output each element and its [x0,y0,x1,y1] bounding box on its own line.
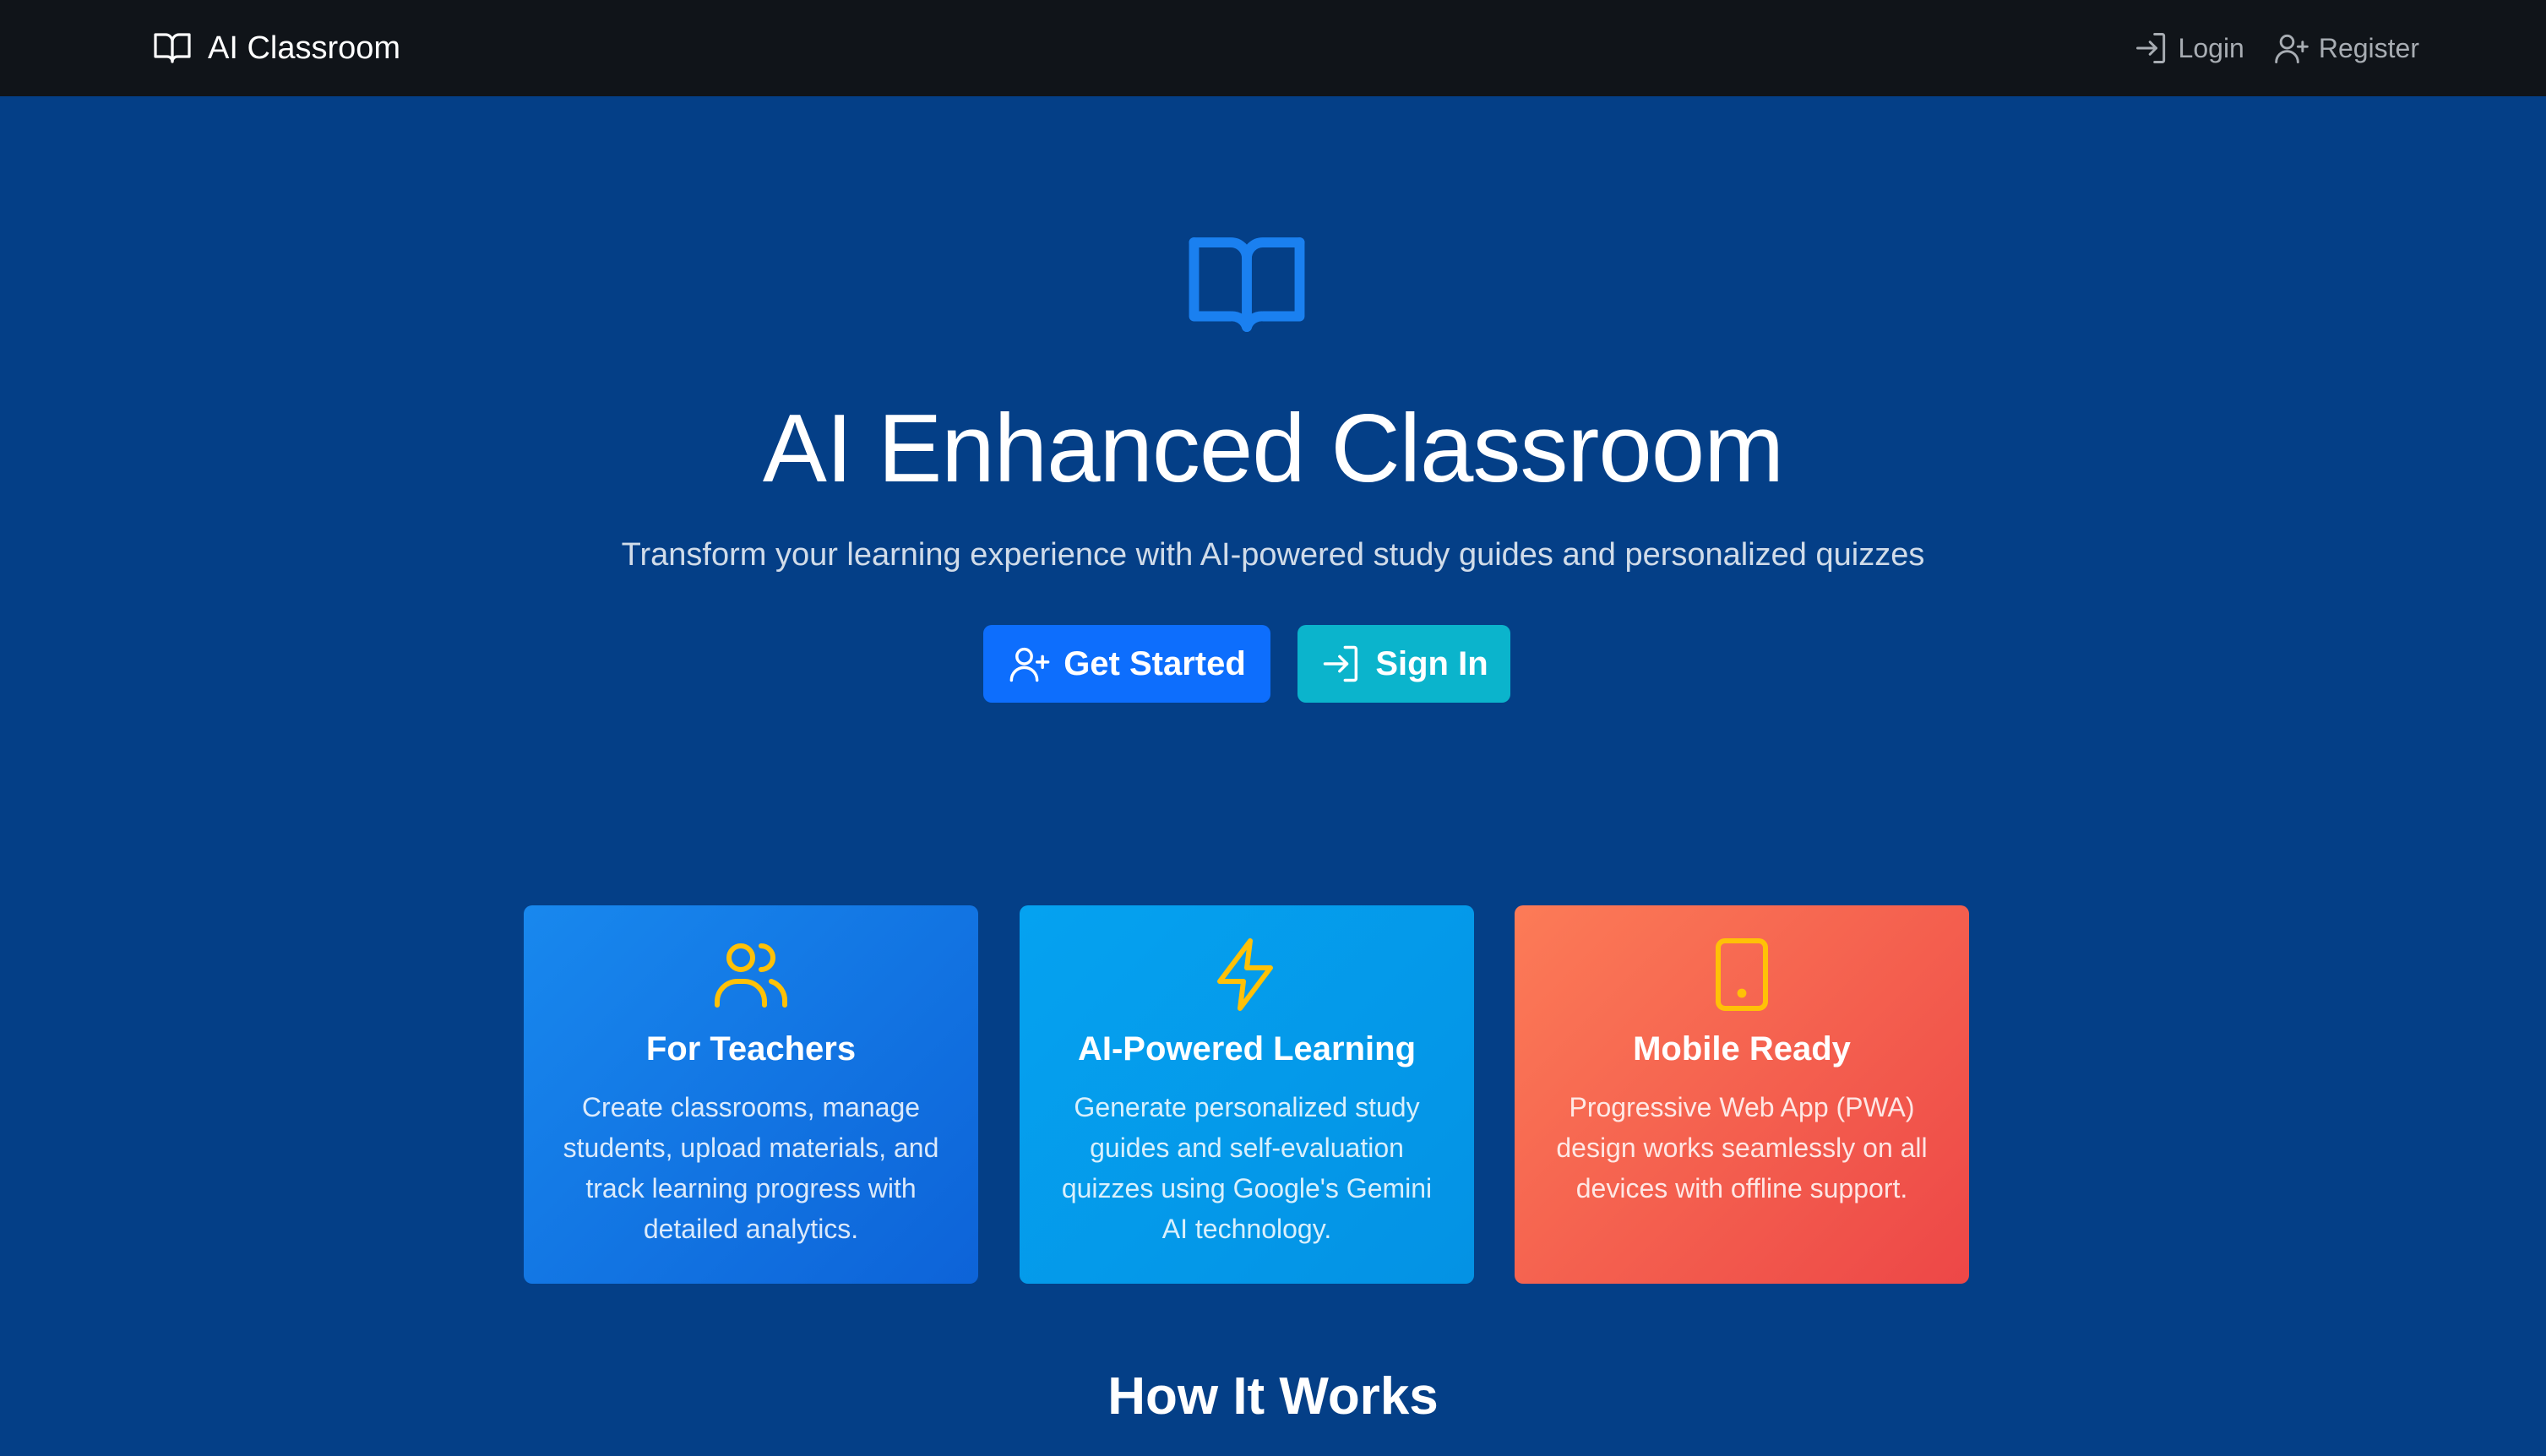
get-started-label: Get Started [1064,644,1246,682]
get-started-button[interactable]: Get Started [983,625,1270,703]
register-label: Register [2318,32,2419,63]
feature-title: For Teachers [645,1030,857,1068]
feature-card-teachers: For Teachers Create classrooms, manage s… [524,905,978,1284]
how-it-works-heading: How It Works [1107,1367,1439,1426]
feature-description: Generate personalized study guides and s… [1061,1092,1433,1244]
hero-section: AI Enhanced Classroom Transform your lea… [0,96,2546,1456]
lightning-icon [1217,938,1273,1011]
hero-subtitle: Transform your learning experience with … [621,537,1925,573]
sign-in-button[interactable]: Sign In [1297,625,1510,703]
top-navbar: AI Classroom Login Register [0,0,2546,96]
book-icon [154,33,191,63]
person-plus-icon [1009,647,1050,682]
sign-in-icon [1324,645,1358,682]
person-plus-icon [2275,34,2309,63]
login-link[interactable]: Login [2133,30,2244,67]
sign-in-icon [2135,33,2165,63]
sign-in-label: Sign In [1375,644,1488,682]
login-label: Login [2178,32,2244,63]
feature-description: Progressive Web App (PWA) design works s… [1556,1092,1928,1203]
tablet-icon [1716,938,1768,1011]
feature-description: Create classrooms, manage students, uplo… [563,1092,939,1244]
nav-links: Login Register [2133,30,2419,67]
brand-link[interactable]: AI Classroom [152,28,400,68]
feature-title: AI-Powered Learning [1077,1030,1417,1068]
register-link[interactable]: Register [2273,30,2419,67]
feature-card-mobile: Mobile Ready Progressive Web App (PWA) d… [1515,905,1969,1284]
feature-card-ai-learning: AI-Powered Learning Generate personalize… [1020,905,1474,1284]
feature-title: Mobile Ready [1633,1030,1851,1068]
open-book-icon [1189,237,1305,332]
hero-title: AI Enhanced Classroom [762,395,1784,503]
people-icon [715,943,788,1008]
brand-name: AI Classroom [208,30,401,66]
